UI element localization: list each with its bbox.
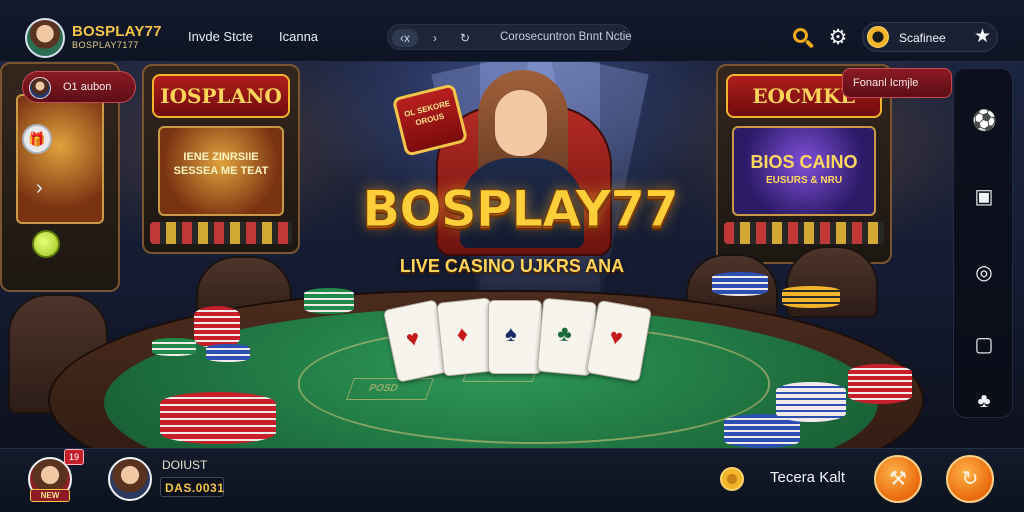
arcade-machine-left: IOSPLANO IENE ZINRSIIE SESSEA ME TEAT bbox=[142, 64, 300, 254]
right-pill-text: Fonanl Icmjle bbox=[853, 77, 919, 89]
spin-icon[interactable]: ◎ bbox=[972, 261, 996, 285]
balance-box: DAS.0031 bbox=[160, 477, 224, 497]
pill-avatar bbox=[29, 77, 51, 99]
arcade-screen: IENE ZINRSIIE SESSEA ME TEAT bbox=[158, 126, 284, 216]
hero-title: BOSPLAY77 bbox=[362, 180, 680, 239]
address-bar[interactable]: ‹x › ↻ Corosecuntron Bnnt Nctie bbox=[387, 24, 632, 50]
chevron-right-icon[interactable]: › bbox=[36, 178, 43, 198]
right-notification-pill[interactable]: Fonanl Icmjle bbox=[842, 68, 952, 98]
felt-betting-box: POSD bbox=[345, 378, 435, 400]
diamond-suit-icon: ♦ bbox=[455, 320, 470, 347]
cards-icon[interactable]: ♣ bbox=[972, 389, 996, 413]
nav-link-invde-stcte[interactable]: Invde Stcte bbox=[188, 29, 253, 44]
arcade-screen-title: BIOS CAINO bbox=[750, 152, 858, 172]
profile-avatar[interactable] bbox=[108, 457, 152, 501]
chip-stack bbox=[776, 382, 846, 422]
arcade-button-deck bbox=[724, 222, 884, 244]
heart-suit-icon: ♥ bbox=[403, 324, 422, 352]
left-notification-pill[interactable]: O1 aubon bbox=[22, 71, 136, 103]
arcade-screen-subtitle: EUSURS & NRU bbox=[765, 175, 843, 186]
brand-subtitle: BOSPLAY7177 bbox=[72, 40, 139, 50]
notification-badge: 19 bbox=[64, 449, 84, 465]
chip-stack bbox=[782, 286, 840, 308]
brand-title[interactable]: BOSPLAY77 bbox=[72, 23, 162, 40]
right-sidebar: ⚽ ▣ ◎ ▢ ♣ bbox=[953, 68, 1013, 418]
arcade-marquee: IOSPLANO bbox=[152, 74, 290, 118]
account-pill[interactable]: Scafinee ★ bbox=[862, 22, 998, 52]
chip-stack bbox=[848, 364, 912, 404]
player-name: DOIUST bbox=[162, 458, 208, 472]
top-bar: BOSPLAY77 BOSPLAY7177 Invde Stcte Icanna… bbox=[0, 0, 1024, 62]
close-tab-button[interactable]: ‹x bbox=[392, 29, 418, 47]
account-label: Scafinee bbox=[899, 31, 946, 45]
soccer-ball-icon[interactable]: ⚽ bbox=[972, 109, 997, 133]
dealer-face bbox=[495, 90, 547, 156]
bottom-label[interactable]: Tecera Kalt bbox=[770, 469, 845, 486]
hero-subtitle: LIVE CASINO UJKRS ANA bbox=[399, 256, 625, 276]
new-badge: NEW bbox=[30, 489, 70, 502]
gear-icon[interactable]: ⚙ bbox=[826, 26, 850, 50]
chip-stack bbox=[206, 344, 250, 362]
heart-suit-icon: ♥ bbox=[607, 323, 625, 351]
search-handle bbox=[804, 39, 815, 49]
bonus-orb-icon[interactable] bbox=[32, 230, 60, 258]
arcade-screen bbox=[16, 94, 104, 224]
brand-avatar[interactable] bbox=[25, 18, 65, 58]
star-icon[interactable]: ★ bbox=[974, 26, 991, 48]
arcade-button-deck bbox=[150, 222, 292, 244]
arcade-screen: BIOS CAINO EUSURS & NRU bbox=[732, 126, 876, 216]
chip-stack bbox=[152, 338, 196, 356]
nav-link-icanna[interactable]: Icanna bbox=[279, 29, 318, 44]
bottom-bar: 19 NEW DOIUST DAS.0031 Tecera Kalt ⚒ ↻ bbox=[0, 448, 1024, 512]
gift-icon[interactable]: 🎁 bbox=[22, 124, 52, 154]
left-pill-text: O1 aubon bbox=[63, 81, 112, 93]
chip-stack bbox=[160, 392, 276, 444]
refresh-button-icon[interactable]: ↻ bbox=[946, 455, 994, 503]
slot-machine-icon[interactable]: ▣ bbox=[972, 185, 996, 209]
forward-button[interactable]: › bbox=[424, 29, 446, 47]
chat-icon[interactable]: ▢ bbox=[972, 333, 996, 357]
deposit-button-icon[interactable]: ⚒ bbox=[874, 455, 922, 503]
coin-icon bbox=[867, 26, 889, 48]
playing-card: ♠ bbox=[488, 300, 542, 374]
chip-stack bbox=[712, 272, 768, 296]
spade-suit-icon: ♠ bbox=[505, 321, 517, 346]
coin-icon bbox=[720, 467, 744, 491]
player-balance: DAS.0031 bbox=[165, 481, 225, 495]
felt-box-label: POSD bbox=[367, 383, 400, 394]
reload-button[interactable]: ↻ bbox=[454, 29, 476, 47]
address-text[interactable]: Corosecuntron Bnnt Nctie bbox=[500, 31, 632, 43]
chip-stack bbox=[194, 306, 240, 348]
club-suit-icon: ♣ bbox=[556, 320, 573, 347]
search-icon[interactable] bbox=[791, 26, 815, 50]
casino-scene: IOSPLANO IENE ZINRSIIE SESSEA ME TEAT EO… bbox=[0, 62, 1024, 448]
chip-stack bbox=[304, 288, 354, 314]
